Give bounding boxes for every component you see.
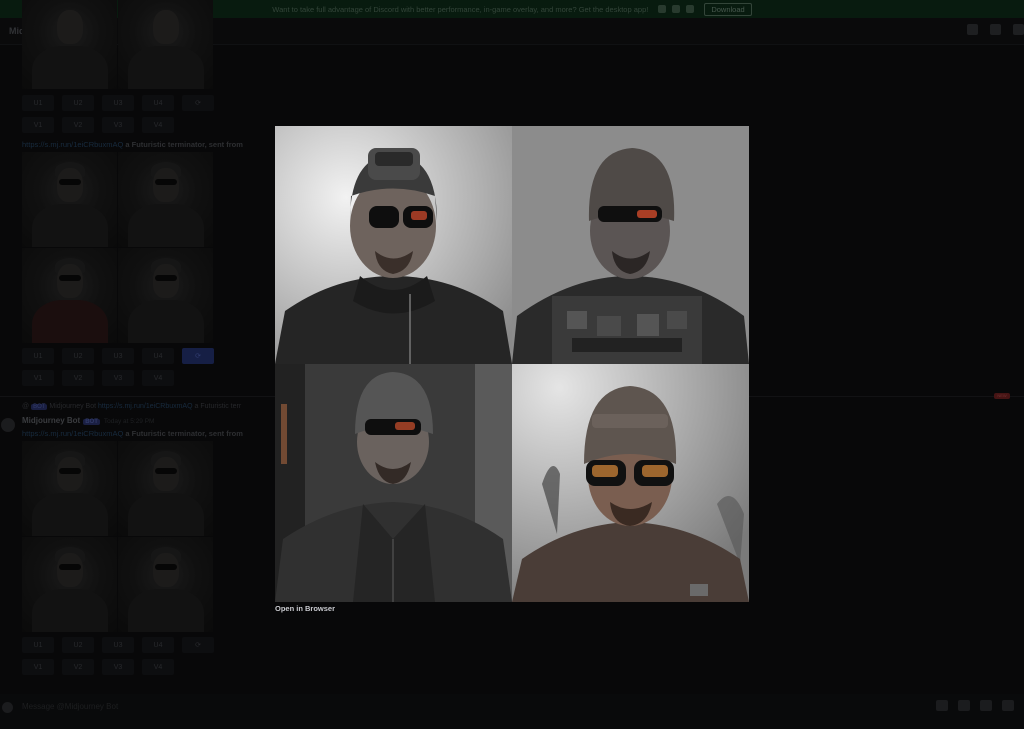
grid-image-1 — [275, 126, 512, 364]
image-viewer[interactable] — [275, 126, 749, 602]
grid-image-3 — [275, 364, 512, 602]
grid-image-2 — [512, 126, 749, 364]
grid-image-4 — [512, 364, 749, 602]
open-in-browser-link[interactable]: Open in Browser — [275, 604, 335, 613]
